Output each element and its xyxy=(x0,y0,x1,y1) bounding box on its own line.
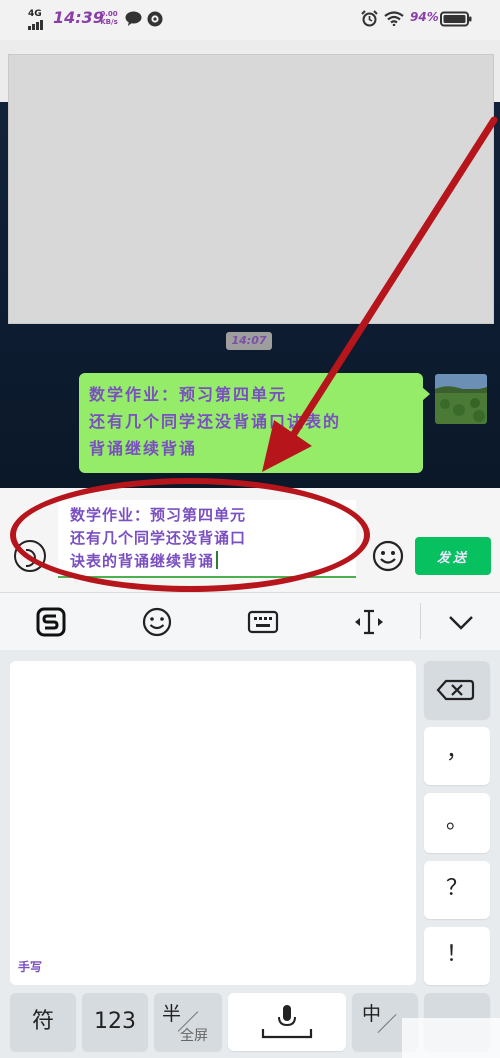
toolbar-separator xyxy=(420,603,421,639)
backspace-key[interactable] xyxy=(424,661,490,719)
symbols-key[interactable]: 符 xyxy=(10,993,76,1051)
cursor-move-icon[interactable] xyxy=(352,605,386,639)
half-fullscreen-key[interactable]: 半 全屏 xyxy=(154,993,222,1051)
wifi-icon xyxy=(384,11,404,26)
settings-notification-icon xyxy=(147,11,163,27)
comma-key[interactable]: ， xyxy=(424,727,490,785)
exclamation-key[interactable]: ！ xyxy=(424,927,490,985)
avatar[interactable] xyxy=(435,374,487,424)
battery-percent: 94% xyxy=(410,10,439,24)
network-speed: 0.00 KB/s xyxy=(98,10,120,26)
numbers-key[interactable]: 123 xyxy=(82,993,148,1051)
alarm-icon xyxy=(361,10,378,27)
collapse-chevron-icon[interactable] xyxy=(444,605,478,639)
watermark-overlay xyxy=(402,1018,500,1058)
half-key-main: 半 xyxy=(162,1003,182,1025)
emoji-icon[interactable] xyxy=(372,540,404,572)
microphone-icon xyxy=(261,1005,313,1039)
sent-message-bubble[interactable]: 数学作业：预习第四单元 还有几个同学还没背诵口诀表的 背诵继续背诵 xyxy=(79,373,430,473)
message-text: 数学作业：预习第四单元 还有几个同学还没背诵口诀表的 背诵继续背诵 xyxy=(89,385,342,458)
keyboard-icon[interactable] xyxy=(246,605,280,639)
battery-icon xyxy=(440,11,472,27)
emoji-icon[interactable] xyxy=(140,605,174,639)
zh-key-main: 中 xyxy=(362,1003,382,1025)
half-key-sub: 全屏 xyxy=(180,1028,208,1044)
status-time: 14:39 xyxy=(53,8,104,27)
message-timestamp: 14:07 xyxy=(226,332,272,350)
period-key[interactable]: 。 xyxy=(424,793,490,853)
signal-icon xyxy=(28,20,43,30)
question-key[interactable]: ？ xyxy=(424,861,490,919)
ime-toolbar xyxy=(0,592,500,650)
annotation-circle xyxy=(10,478,370,592)
chat-notification-icon xyxy=(125,11,142,26)
status-bar: 4G 14:39 0.00 KB/s 94% xyxy=(0,0,500,40)
speed-value: 0.00 xyxy=(100,10,118,18)
space-voice-key[interactable] xyxy=(228,993,346,1051)
handwriting-label: 手写 xyxy=(18,960,43,974)
avatar-landscape-photo xyxy=(435,374,487,424)
speed-unit: KB/s xyxy=(100,18,118,26)
send-button[interactable]: 发送 xyxy=(415,537,491,575)
backspace-icon xyxy=(436,679,475,701)
network-type: 4G xyxy=(28,9,42,19)
handwriting-pad[interactable] xyxy=(10,661,416,985)
sogou-logo-icon[interactable] xyxy=(34,605,68,639)
shared-image-placeholder[interactable] xyxy=(8,54,494,324)
